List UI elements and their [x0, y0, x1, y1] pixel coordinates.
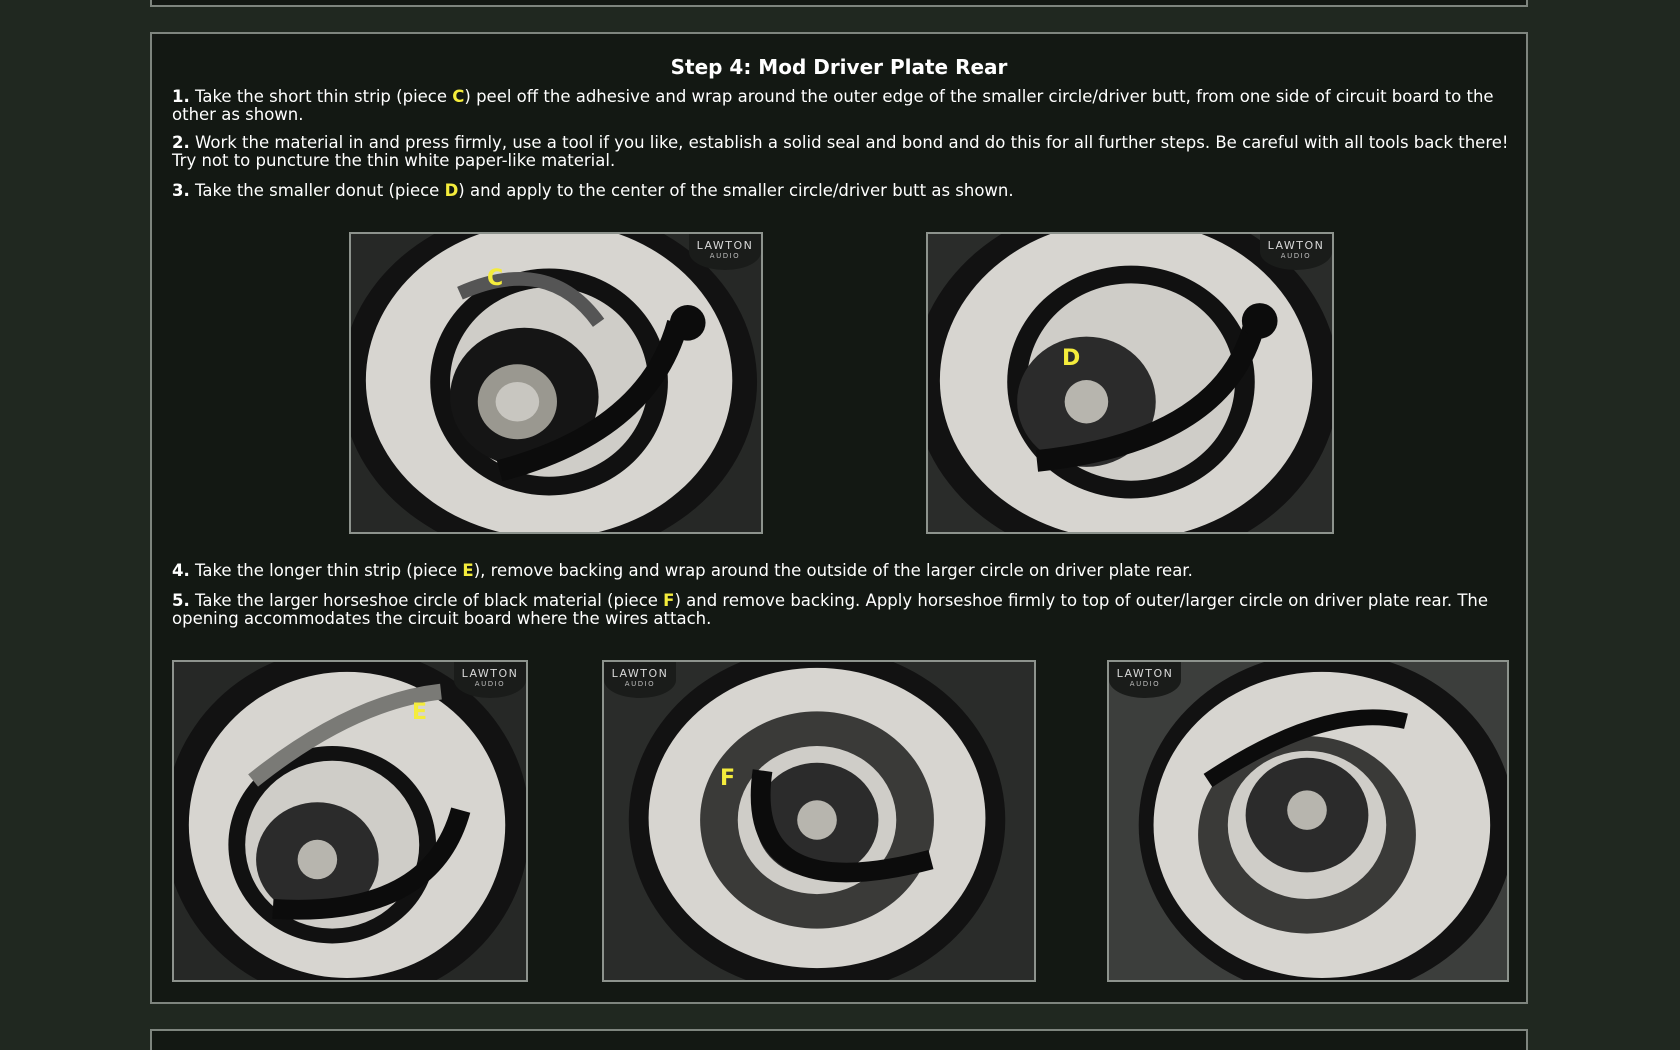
instruction-5: 5. Take the larger horseshoe circle of b…	[172, 592, 1517, 628]
photo-piece-d: D LAWTON AUDIO	[926, 232, 1334, 534]
piece-letter: F	[663, 591, 675, 610]
next-step-panel	[150, 1029, 1528, 1050]
previous-step-panel	[150, 0, 1528, 7]
lawton-audio-logo: LAWTON AUDIO	[1109, 662, 1181, 698]
page: Step 4: Mod Driver Plate Rear 1. Take th…	[0, 0, 1680, 1050]
piece-label: E	[412, 700, 428, 725]
instruction-text: Work the material in and press firmly, u…	[172, 133, 1509, 170]
step-title: Step 4: Mod Driver Plate Rear	[670, 55, 1008, 79]
photo-finished: LAWTON AUDIO	[1107, 660, 1509, 982]
driver-plate-image	[1109, 662, 1507, 980]
piece-letter: D	[444, 181, 459, 200]
instruction-text: Take the larger horseshoe circle of blac…	[189, 591, 664, 610]
lawton-audio-logo: LAWTON AUDIO	[604, 662, 676, 698]
instruction-1: 1. Take the short thin strip (piece C) p…	[172, 88, 1517, 124]
piece-letter: C	[452, 87, 465, 106]
instruction-number: 4.	[172, 561, 190, 580]
step-panel: Step 4: Mod Driver Plate Rear 1. Take th…	[150, 32, 1528, 1004]
instruction-4: 4. Take the longer thin strip (piece E),…	[172, 562, 1517, 580]
instruction-number: 1.	[172, 87, 190, 106]
driver-plate-image	[174, 662, 526, 980]
photo-piece-f: F LAWTON AUDIO	[602, 660, 1036, 982]
instruction-text: Take the short thin strip (piece	[189, 87, 453, 106]
instruction-3: 3. Take the smaller donut (piece D) and …	[172, 182, 1517, 200]
driver-plate-image	[351, 234, 761, 532]
instruction-text: ) and apply to the center of the smaller…	[458, 181, 1014, 200]
instruction-2: 2. Work the material in and press firmly…	[172, 134, 1517, 170]
instruction-number: 3.	[172, 181, 190, 200]
lawton-audio-logo: LAWTON AUDIO	[689, 234, 761, 270]
instruction-number: 2.	[172, 133, 190, 152]
driver-plate-image	[928, 234, 1332, 532]
photo-piece-c: C LAWTON AUDIO	[349, 232, 763, 534]
lawton-audio-logo: LAWTON AUDIO	[454, 662, 526, 698]
piece-letter: E	[462, 561, 474, 580]
piece-label: D	[1062, 346, 1081, 371]
driver-plate-image	[604, 662, 1034, 980]
piece-label: F	[720, 766, 736, 791]
instruction-text: Take the smaller donut (piece	[189, 181, 445, 200]
instruction-number: 5.	[172, 591, 190, 610]
lawton-audio-logo: LAWTON AUDIO	[1260, 234, 1332, 270]
instruction-text: Take the longer thin strip (piece	[189, 561, 463, 580]
piece-label: C	[487, 266, 504, 291]
instruction-text: ), remove backing and wrap around the ou…	[473, 561, 1193, 580]
photo-piece-e: E LAWTON AUDIO	[172, 660, 528, 982]
